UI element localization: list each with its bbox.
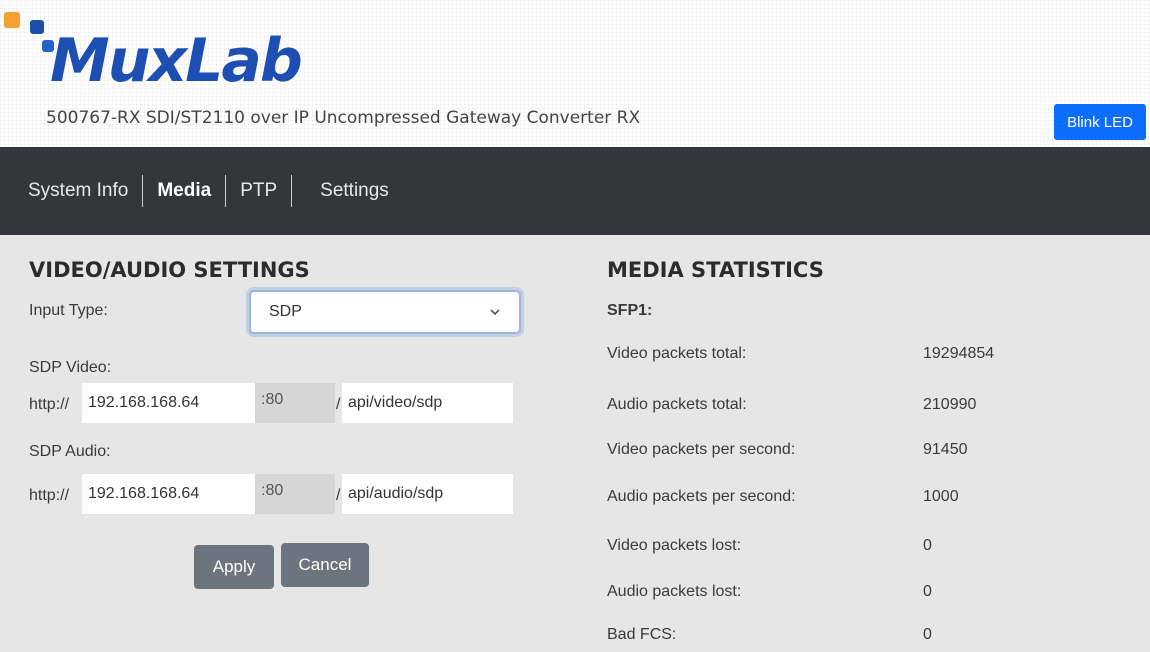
blink-led-button[interactable]: Blink LED <box>1054 104 1146 140</box>
apply-button[interactable]: Apply <box>194 545 274 589</box>
stat-label: Audio packets lost: <box>607 583 742 600</box>
sdp-audio-port-field: :80 <box>255 474 335 514</box>
nav-item-media[interactable]: Media <box>143 180 225 202</box>
stat-value: 0 <box>923 626 932 643</box>
input-type-select[interactable]: SDP <box>249 290 521 334</box>
stat-label: Video packets lost: <box>607 537 742 554</box>
logo-text: MuxLab <box>50 26 303 96</box>
nav-item-system-info[interactable]: System Info <box>0 180 142 202</box>
input-type-label: Input Type: <box>29 302 108 319</box>
sdp-video-host-input[interactable] <box>82 383 255 423</box>
stat-value: 1000 <box>923 488 959 505</box>
sdp-video-path-prefix: / <box>336 396 341 413</box>
sdp-video-path-input[interactable] <box>342 383 513 423</box>
cancel-button[interactable]: Cancel <box>281 543 369 587</box>
stat-label: Bad FCS: <box>607 626 677 643</box>
stat-label: Video packets total: <box>607 345 747 362</box>
stat-value: 0 <box>923 537 932 554</box>
stat-label: Audio packets total: <box>607 396 747 413</box>
nav-item-ptp[interactable]: PTP <box>226 180 291 202</box>
sdp-video-port-field: :80 <box>255 383 335 423</box>
logo-square-blue <box>30 20 44 34</box>
page-header: MuxLab 500767-RX SDI/ST2110 over IP Unco… <box>0 0 1150 147</box>
sdp-audio-scheme: http:// <box>29 487 70 504</box>
sdp-video-scheme: http:// <box>29 396 70 413</box>
sdp-audio-label: SDP Audio: <box>29 443 111 460</box>
video-audio-settings-title: VIDEO/AUDIO SETTINGS <box>29 258 310 282</box>
sdp-video-port: 80 <box>265 391 284 408</box>
nav-item-settings[interactable]: Settings <box>292 180 403 202</box>
chevron-down-icon <box>490 309 500 316</box>
sdp-video-label: SDP Video: <box>29 359 112 376</box>
stat-label: Video packets per second: <box>607 441 796 458</box>
sdp-audio-port: 80 <box>265 482 284 499</box>
input-type-value: SDP <box>269 303 302 320</box>
sdp-audio-host-input[interactable] <box>82 474 255 514</box>
stat-label: Audio packets per second: <box>607 488 796 505</box>
stat-value: 210990 <box>923 396 977 413</box>
stat-value: 91450 <box>923 441 968 458</box>
sdp-audio-path-prefix: / <box>336 487 341 504</box>
logo-square-orange <box>4 12 20 28</box>
media-statistics-title: MEDIA STATISTICS <box>607 258 824 282</box>
stat-value: 19294854 <box>923 345 995 362</box>
stat-value: 0 <box>923 583 932 600</box>
main-nav: System Info Media PTP Settings <box>0 147 1150 235</box>
sfp1-label: SFP1: <box>607 302 653 319</box>
product-name: 500767-RX SDI/ST2110 over IP Uncompresse… <box>46 108 641 128</box>
sdp-audio-path-input[interactable] <box>342 474 513 514</box>
